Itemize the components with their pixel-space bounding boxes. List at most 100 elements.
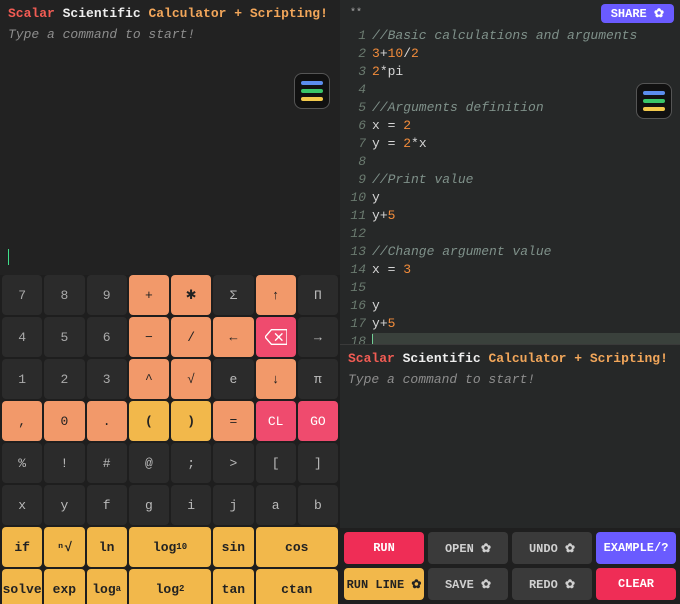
key-7[interactable]: 7 [2,275,42,315]
key-9[interactable]: 9 [87,275,127,315]
key-tan[interactable]: tan [213,569,253,604]
line-number: 12 [340,225,366,243]
key-j[interactable]: j [213,485,253,525]
key-[interactable]: → [298,317,338,357]
code-line-14[interactable]: x = 3 [372,261,680,279]
line-number: 15 [340,279,366,297]
key-2[interactable]: 2 [44,359,84,399]
key-[interactable] [256,317,296,357]
key-3[interactable]: 3 [87,359,127,399]
key-4[interactable]: 4 [2,317,42,357]
code-line-8[interactable] [372,153,680,171]
open-button[interactable]: OPEN ✿ [428,532,508,564]
console-area[interactable]: Type a command to start! [0,23,340,243]
key-exp[interactable]: exp [44,569,84,604]
key-solve[interactable]: solve [2,569,42,604]
key-[interactable]: √ [171,359,211,399]
key-[interactable]: ✱ [171,275,211,315]
run-button[interactable]: RUN [344,532,424,564]
redo-button[interactable]: REDO ✿ [512,568,592,600]
key-y[interactable]: y [44,485,84,525]
key-[interactable]: ] [298,443,338,483]
key-[interactable]: Π [298,275,338,315]
key-[interactable]: ^ [129,359,169,399]
code-line-12[interactable] [372,225,680,243]
code-line-7[interactable]: y = 2*x [372,135,680,153]
key-log[interactable]: log2 [129,569,212,604]
key-ctan[interactable]: ctan [256,569,339,604]
code-line-2[interactable]: 3+10/2 [372,45,680,63]
code-line-9[interactable]: //Print value [372,171,680,189]
key-[interactable]: > [213,443,253,483]
key-[interactable]: = [213,401,253,441]
key-[interactable]: π [298,359,338,399]
key-i[interactable]: i [171,485,211,525]
code-line-3[interactable]: 2*pi [372,63,680,81]
key-log[interactable]: loga [87,569,127,604]
share-button[interactable]: SHARE ✿ [601,4,674,23]
key-[interactable]: ; [171,443,211,483]
menu-icon[interactable] [294,73,330,109]
key-if[interactable]: if [2,527,42,567]
key-[interactable]: [ [256,443,296,483]
key-[interactable]: ↑ [256,275,296,315]
modified-indicator: ** [346,8,362,19]
key-[interactable]: % [2,443,42,483]
code-line-5[interactable]: //Arguments definition [372,99,680,117]
key-0[interactable]: 0 [44,401,84,441]
run-line-button[interactable]: RUN LINE ✿ [344,568,424,600]
clear-button[interactable]: CLEAR [596,568,676,600]
key-g[interactable]: g [129,485,169,525]
code-lines[interactable]: //Basic calculations and arguments3+10/2… [372,27,680,344]
code-line-6[interactable]: x = 2 [372,117,680,135]
input-cursor [8,249,9,265]
key-cos[interactable]: cos [256,527,339,567]
code-line-1[interactable]: //Basic calculations and arguments [372,27,680,45]
code-editor[interactable]: 123456789101112131415161718 //Basic calc… [340,23,680,344]
title-word-2: Scientific [63,6,141,21]
key-sin[interactable]: sin [213,527,253,567]
code-line-16[interactable]: y [372,297,680,315]
menu-icon[interactable] [636,83,672,119]
key-ln[interactable]: ln [87,527,127,567]
line-number: 11 [340,207,366,225]
line-number: 4 [340,81,366,99]
key-cl[interactable]: CL [256,401,296,441]
key-[interactable]: Σ [213,275,253,315]
key-1[interactable]: 1 [2,359,42,399]
key-a[interactable]: a [256,485,296,525]
key-f[interactable]: f [87,485,127,525]
key-log[interactable]: log10 [129,527,212,567]
key-[interactable]: ! [44,443,84,483]
code-line-11[interactable]: y+5 [372,207,680,225]
command-input[interactable] [0,243,340,275]
key-[interactable]: ( [129,401,169,441]
undo-button[interactable]: UNDO ✿ [512,532,592,564]
code-line-10[interactable]: y [372,189,680,207]
code-line-17[interactable]: y+5 [372,315,680,333]
code-line-15[interactable] [372,279,680,297]
key-[interactable]: . [87,401,127,441]
key-[interactable]: ) [171,401,211,441]
key-[interactable]: @ [129,443,169,483]
code-line-13[interactable]: //Change argument value [372,243,680,261]
key-[interactable]: ← [213,317,253,357]
key-go[interactable]: GO [298,401,338,441]
key-b[interactable]: b [298,485,338,525]
key-[interactable]: / [171,317,211,357]
key-5[interactable]: 5 [44,317,84,357]
key-8[interactable]: 8 [44,275,84,315]
key-x[interactable]: x [2,485,42,525]
console-area[interactable]: Type a command to start! [340,368,680,528]
code-line-4[interactable] [372,81,680,99]
key-[interactable]: ↓ [256,359,296,399]
key-[interactable]: , [2,401,42,441]
key-[interactable]: # [87,443,127,483]
key-[interactable]: − [129,317,169,357]
key-[interactable]: ⁿ√ [44,527,84,567]
example-button[interactable]: EXAMPLE/? [596,532,676,564]
save-button[interactable]: SAVE ✿ [428,568,508,600]
key-e[interactable]: e [213,359,253,399]
key-[interactable]: + [129,275,169,315]
key-6[interactable]: 6 [87,317,127,357]
